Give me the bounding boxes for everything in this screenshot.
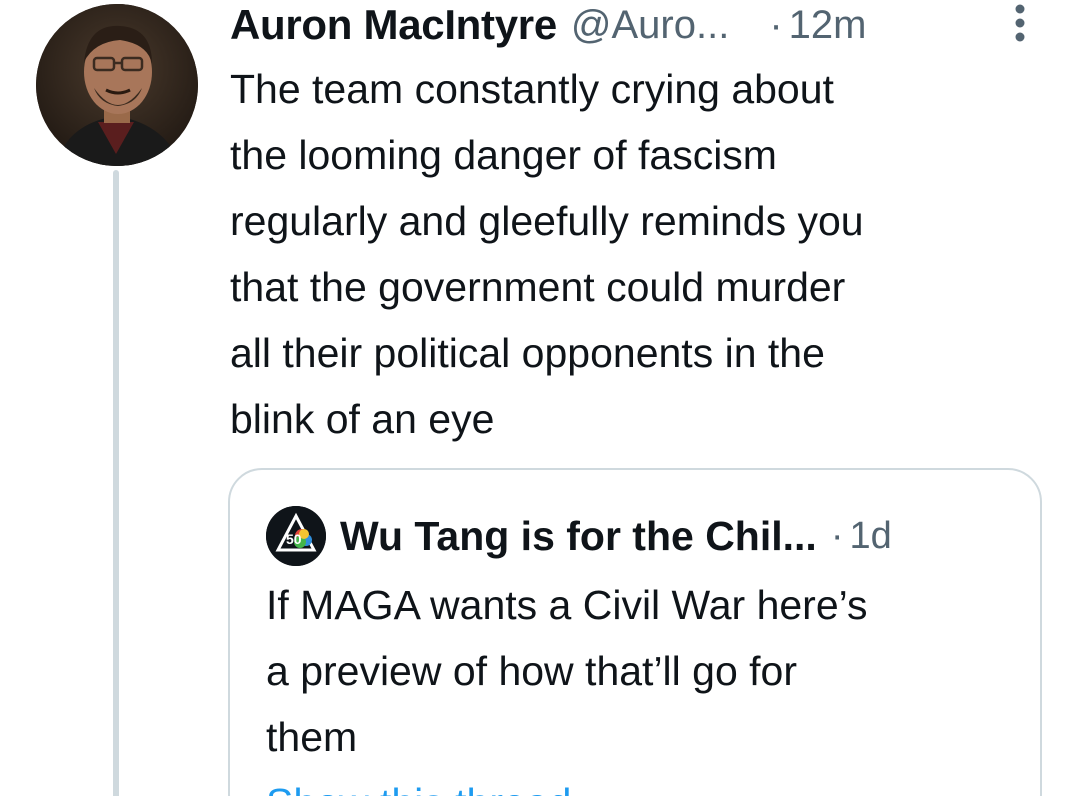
- tweet-text-line: the looming danger of fascism: [230, 132, 777, 178]
- tweet-text: The team constantly crying about the loo…: [230, 56, 1030, 452]
- quoted-tweet-header: Wu Tang is for the Chil... · 1d: [340, 508, 892, 564]
- quoted-tweet-text: If MAGA wants a Civil War here’s a previ…: [266, 572, 1026, 770]
- quoted-text-line: If MAGA wants a Civil War here’s: [266, 582, 868, 628]
- quoted-avatar-logo-icon: 50: [266, 506, 326, 566]
- quoted-tweet-timestamp[interactable]: 1d: [849, 515, 891, 558]
- tweet-text-line: regularly and gleefully reminds you: [230, 198, 864, 244]
- quoted-header-separator: ·: [830, 514, 844, 557]
- quoted-author-name[interactable]: Wu Tang is for the Chil...: [340, 513, 817, 560]
- quoted-text-line: a preview of how that’ll go for: [266, 648, 797, 694]
- tweet-text-line: that the government could murder: [230, 264, 846, 310]
- quoted-author-avatar[interactable]: 50: [266, 506, 326, 566]
- thread-connector-line: [113, 170, 119, 796]
- author-avatar-image: [36, 4, 198, 166]
- tweet-text-line: The team constantly crying about: [230, 66, 834, 112]
- author-name[interactable]: Auron MacIntyre: [230, 1, 557, 49]
- quoted-avatar-label: 50: [286, 531, 302, 547]
- tweet-text-line: blink of an eye: [230, 396, 495, 442]
- tweet-header: Auron MacIntyre @Auro... · 12m: [230, 0, 1040, 50]
- author-handle[interactable]: @Auro...: [571, 3, 729, 48]
- tweet-card[interactable]: Auron MacIntyre @Auro... · 12m The team …: [0, 0, 1080, 796]
- header-separator: ·: [769, 2, 783, 47]
- tweet-timestamp[interactable]: 12m: [789, 3, 867, 48]
- show-thread-link[interactable]: Show this thread: [266, 780, 571, 796]
- author-avatar[interactable]: [36, 4, 198, 166]
- more-options-icon[interactable]: [1010, 2, 1030, 44]
- quoted-tweet-card[interactable]: 50 Wu Tang is for the Chil... · 1d If MA…: [228, 468, 1042, 796]
- quoted-text-line: them: [266, 714, 358, 760]
- tweet-text-line: all their political opponents in the: [230, 330, 825, 376]
